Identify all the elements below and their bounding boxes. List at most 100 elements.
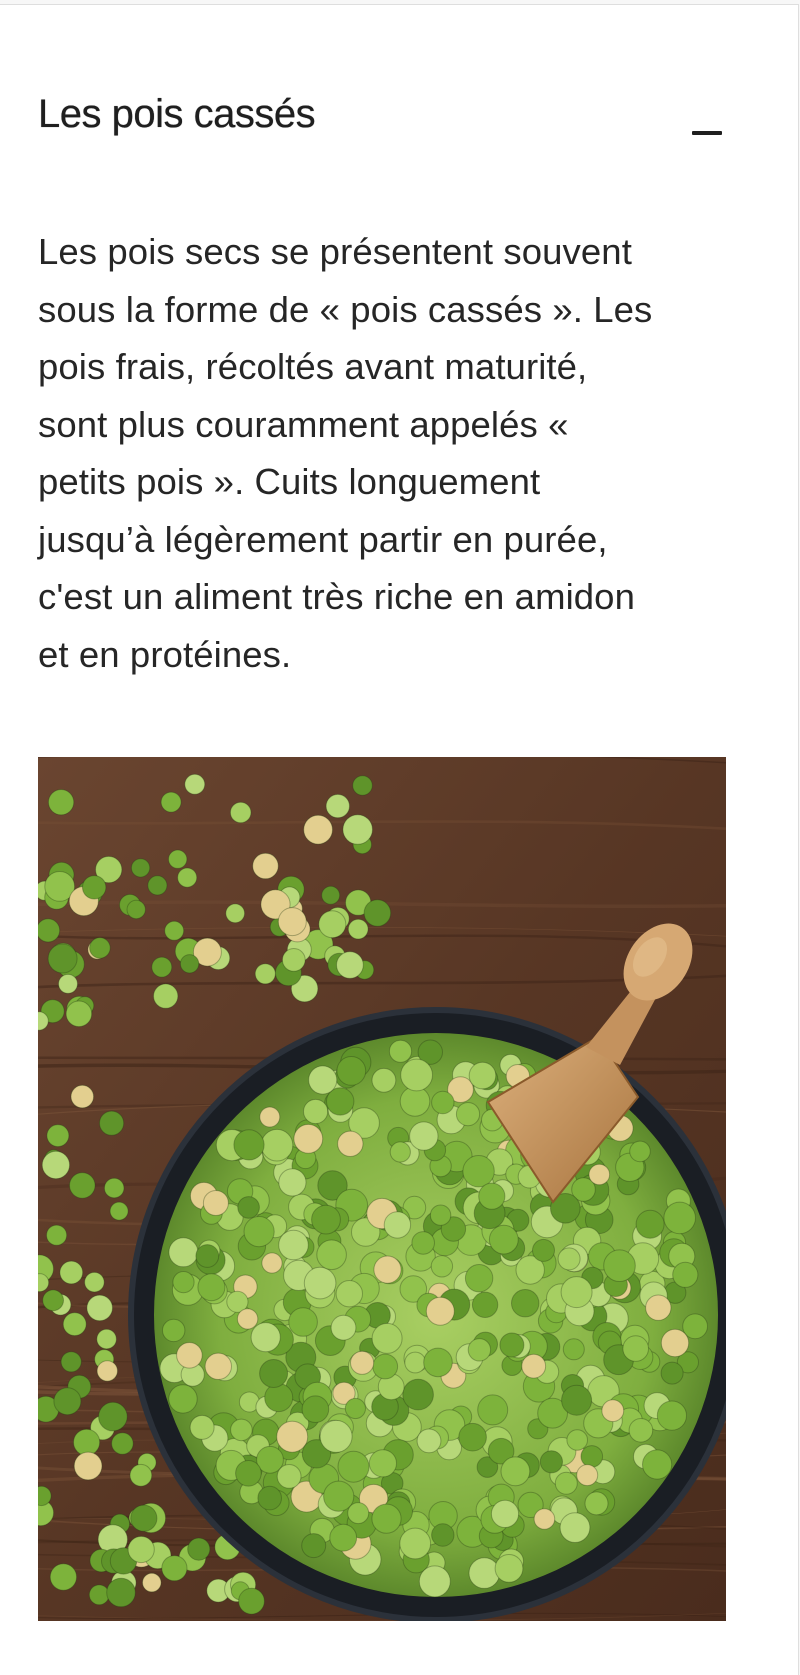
pea [576,1464,599,1487]
pea [588,1163,611,1186]
pea [254,963,276,985]
pea [264,1383,294,1413]
pea [409,1121,439,1151]
pea [325,793,350,819]
pea [164,920,185,941]
pea [49,1563,78,1591]
pea [308,1065,338,1095]
pea [197,1273,226,1302]
pea [236,1308,259,1330]
pea [635,1209,665,1239]
pea [347,1502,370,1525]
pea [47,789,75,816]
pea [399,1527,432,1560]
pea [342,814,374,845]
pea [532,1238,555,1262]
pea [250,1322,281,1353]
pea [347,918,369,940]
pea [177,867,198,888]
pea [243,1216,275,1248]
pea [372,1353,399,1380]
pea [301,1533,327,1559]
pea [663,1201,697,1235]
pea [660,1361,684,1385]
pea [622,1335,650,1362]
pea [458,1422,487,1452]
pea [161,1555,188,1582]
pea [388,1039,413,1063]
pea [179,954,200,974]
pea [47,943,78,974]
pea [60,1351,82,1373]
pea [319,1419,353,1453]
pea [168,1384,198,1414]
pea [363,899,392,927]
pea [562,1338,585,1361]
pea [126,899,146,920]
pea [130,1504,158,1532]
pea [490,1499,520,1529]
pea [373,1255,402,1284]
pea [321,885,341,905]
pea [352,775,373,796]
pea [202,1190,229,1216]
pea [259,1106,281,1128]
pea [336,951,364,979]
pea [389,1141,411,1163]
pea [656,1400,688,1431]
pea [103,1177,125,1199]
pea [430,1255,454,1278]
pea [73,1451,103,1481]
pea [311,1204,341,1235]
pea [189,1414,215,1440]
pea [276,1464,302,1489]
pea [109,1201,129,1221]
pea [130,858,151,878]
pea [554,1471,578,1495]
pea [184,773,206,795]
pea [261,1252,283,1274]
pea [464,1264,494,1293]
pea [521,1353,547,1379]
minus-icon[interactable] [683,94,723,135]
pea [151,956,173,978]
pea [69,1172,96,1199]
pea [425,1296,455,1326]
pea [418,1565,451,1598]
pea [168,1237,199,1268]
pea [533,1508,556,1530]
pea [58,973,78,994]
pea [168,849,188,869]
pea [329,1523,358,1552]
pea [423,1347,453,1378]
pea [46,1224,68,1246]
pea [318,910,347,939]
pea [416,1428,442,1454]
pea [557,1247,581,1271]
pea [237,1196,260,1219]
pea [162,1318,186,1343]
pea [467,1338,492,1362]
pea [301,1395,330,1424]
pea [429,1204,452,1226]
pea [59,1260,84,1285]
pea [257,1485,282,1511]
pea [86,1294,114,1322]
content-card: Les pois cassés Les pois secs se présent… [0,4,799,1675]
pea [46,1124,70,1148]
pea [70,1084,95,1109]
pea [281,948,306,972]
pea [672,1261,699,1288]
pea [584,1491,609,1516]
pea [204,1352,233,1380]
pea [580,1445,604,1468]
pea [477,1394,509,1426]
pea [153,983,179,1009]
pea [455,1102,481,1127]
pea [559,1512,591,1543]
pea [642,1449,673,1480]
pea [41,1150,71,1180]
accordion-header[interactable]: Les pois cassés [38,83,728,145]
pea [65,1000,93,1028]
pea [335,1280,363,1308]
